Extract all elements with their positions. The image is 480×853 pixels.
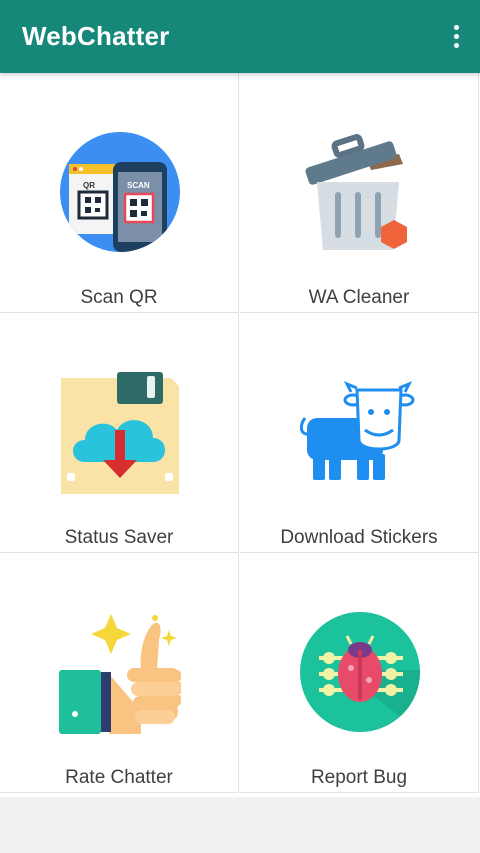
app-bar: WebChatter: [0, 0, 480, 73]
thumbs-up-icon: [59, 614, 181, 734]
bug-icon: [300, 612, 420, 732]
bottom-empty-area: [0, 797, 480, 853]
tile-label: Scan QR: [80, 287, 158, 308]
app-title: WebChatter: [22, 21, 170, 51]
tile-label: WA Cleaner: [308, 287, 410, 308]
tile-rate-chatter[interactable]: Rate Chatter: [0, 553, 239, 793]
cloud-download-icon: [61, 372, 179, 494]
cow-icon: [299, 381, 415, 480]
tile-status-saver[interactable]: Status Saver: [0, 313, 239, 553]
menu-dot-icon: [453, 24, 459, 30]
tile-wa-cleaner[interactable]: WA Cleaner: [240, 73, 479, 313]
trash-can-icon: [305, 134, 407, 250]
tile-scan-qr[interactable]: QR SCAN Scan QR: [0, 73, 239, 313]
menu-dot-icon: [453, 33, 459, 39]
tile-label: Status Saver: [64, 527, 174, 548]
scan-text: SCAN: [127, 181, 150, 190]
qr-text: QR: [83, 181, 95, 190]
tile-label: Rate Chatter: [65, 767, 173, 788]
feature-grid: QR SCAN Scan QR WA Cleaner Status Saver …: [0, 73, 480, 797]
scan-qr-icon: QR SCAN: [60, 132, 180, 252]
tile-label: Report Bug: [310, 767, 408, 788]
tile-report-bug[interactable]: Report Bug: [240, 553, 479, 793]
overflow-menu-button[interactable]: [446, 20, 466, 52]
tile-download-stickers[interactable]: Download Stickers: [240, 313, 479, 553]
menu-dot-icon: [453, 42, 459, 48]
tile-label: Download Stickers: [280, 527, 438, 548]
